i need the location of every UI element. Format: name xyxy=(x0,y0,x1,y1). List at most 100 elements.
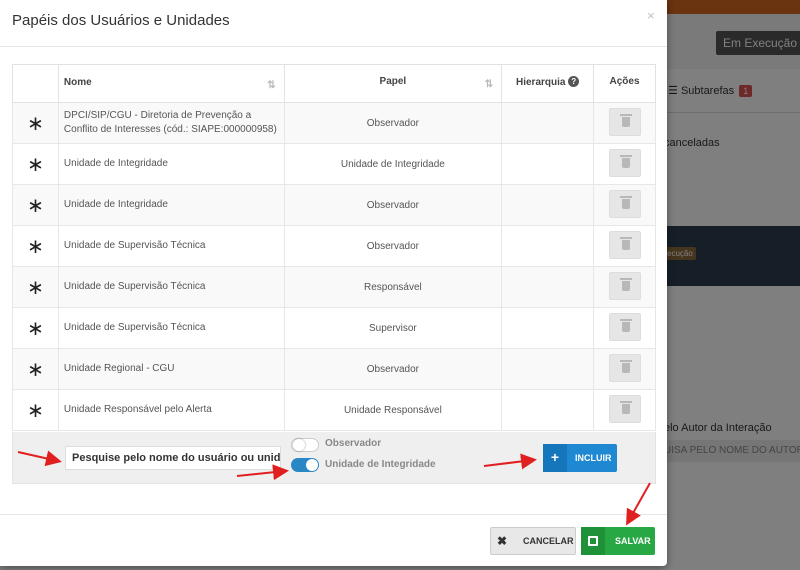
trash-icon xyxy=(619,154,632,168)
delete-button[interactable] xyxy=(608,271,641,300)
incluir-label: INCLUIR xyxy=(575,453,612,463)
row-actions xyxy=(593,307,656,349)
trash-icon xyxy=(619,236,632,250)
row-hierarquia xyxy=(501,184,595,226)
asterisk-icon: ∗ xyxy=(12,348,59,390)
trash-icon xyxy=(619,195,632,209)
cancel-button[interactable]: ✖ CANCELAR xyxy=(490,527,576,555)
asterisk-icon: ∗ xyxy=(12,307,59,349)
table-row: ∗ Unidade de Integridade Unidade de Inte… xyxy=(12,143,656,185)
delete-button[interactable] xyxy=(608,394,641,423)
row-actions xyxy=(593,225,656,267)
toggle-unidade-integridade-label: Unidade de Integridade xyxy=(325,459,436,470)
row-actions xyxy=(593,266,656,308)
column-nome-label: Nome xyxy=(63,77,92,88)
row-papel: Unidade de Integridade xyxy=(283,143,503,185)
row-actions xyxy=(593,389,656,431)
delete-button[interactable] xyxy=(608,189,641,218)
toggle-unidade-integridade[interactable] xyxy=(291,458,319,472)
toggle-knob xyxy=(293,439,305,451)
close-icon: ✖ xyxy=(496,534,508,548)
roles-modal: Papéis dos Usuários e Unidades × Nome ⇅ … xyxy=(0,0,667,566)
row-papel: Observador xyxy=(283,225,503,267)
row-nome: Unidade de Supervisão Técnica xyxy=(57,225,285,267)
toggle-knob xyxy=(306,459,318,471)
asterisk-icon: ∗ xyxy=(12,143,59,185)
delete-button[interactable] xyxy=(608,107,641,136)
trash-icon xyxy=(619,359,632,373)
incluir-button[interactable]: + INCLUIR xyxy=(543,444,617,472)
asterisk-icon: ∗ xyxy=(12,184,59,226)
modal-footer-divider xyxy=(0,514,667,515)
trash-icon xyxy=(619,400,632,414)
row-actions xyxy=(593,102,656,144)
table-row: ∗ Unidade de Supervisão Técnica Supervis… xyxy=(12,307,656,349)
row-nome: Unidade Responsável pelo Alerta xyxy=(57,389,285,431)
table-row: ∗ Unidade de Integridade Observador xyxy=(12,184,656,226)
row-papel: Observador xyxy=(283,184,503,226)
row-papel: Observador xyxy=(283,348,503,390)
row-hierarquia xyxy=(501,225,595,267)
asterisk-icon: ∗ xyxy=(12,266,59,308)
column-header-papel[interactable]: Papel ⇅ xyxy=(283,64,503,103)
save-button[interactable]: SALVAR xyxy=(581,527,655,555)
save-label: SALVAR xyxy=(615,536,651,546)
search-input[interactable]: Pesquise pelo nome do usuário ou unida xyxy=(65,446,281,470)
row-hierarquia xyxy=(501,389,595,431)
row-hierarquia xyxy=(501,307,595,349)
modal-title: Papéis dos Usuários e Unidades xyxy=(12,12,230,29)
column-acoes-label: Ações xyxy=(609,76,640,87)
question-icon[interactable]: ? xyxy=(568,76,580,87)
cancel-label: CANCELAR xyxy=(523,536,574,546)
table-header-row: Nome ⇅ Papel ⇅ Hierarquia ? Ações xyxy=(12,64,656,103)
sort-alpha-icon[interactable]: ⇅ xyxy=(267,79,275,93)
row-papel: Observador xyxy=(283,102,503,144)
row-nome: Unidade de Supervisão Técnica xyxy=(57,307,285,349)
plus-icon: + xyxy=(543,444,567,472)
delete-button[interactable] xyxy=(608,312,641,341)
row-hierarquia xyxy=(501,143,595,185)
asterisk-icon: ∗ xyxy=(12,225,59,267)
save-icon xyxy=(581,527,605,555)
trash-icon xyxy=(619,113,632,127)
trash-icon xyxy=(619,277,632,291)
delete-button[interactable] xyxy=(608,148,641,177)
column-papel-label: Papel xyxy=(379,76,407,87)
table-row: ∗ Unidade Regional - CGU Observador xyxy=(12,348,656,390)
row-hierarquia xyxy=(501,348,595,390)
asterisk-icon: ∗ xyxy=(12,389,59,431)
close-icon[interactable]: × xyxy=(647,8,655,23)
row-nome: Unidade de Supervisão Técnica xyxy=(57,266,285,308)
table-row: ∗ DPCI/SIP/CGU - Diretoria de Prevenção … xyxy=(12,102,656,144)
column-hierarquia-label: Hierarquia xyxy=(515,77,566,88)
column-header-hierarquia: Hierarquia ? xyxy=(501,64,595,103)
trash-icon xyxy=(619,318,632,332)
add-row: Pesquise pelo nome do usuário ou unida O… xyxy=(12,432,656,484)
row-hierarquia xyxy=(501,102,595,144)
row-actions xyxy=(593,348,656,390)
delete-button[interactable] xyxy=(608,353,641,382)
row-nome: Unidade Regional - CGU xyxy=(57,348,285,390)
row-nome: DPCI/SIP/CGU - Diretoria de Prevenção a … xyxy=(57,102,285,144)
table-row: ∗ Unidade de Supervisão Técnica Observad… xyxy=(12,225,656,267)
row-nome: Unidade de Integridade xyxy=(57,143,285,185)
column-header-acoes: Ações xyxy=(593,64,656,103)
sort-icon[interactable]: ⇅ xyxy=(485,79,493,90)
row-papel: Responsável xyxy=(283,266,503,308)
roles-table: Nome ⇅ Papel ⇅ Hierarquia ? Ações ∗ DPCI… xyxy=(12,64,656,431)
toggle-observador[interactable] xyxy=(291,438,319,452)
table-row: ∗ Unidade Responsável pelo Alerta Unidad… xyxy=(12,389,656,431)
row-hierarquia xyxy=(501,266,595,308)
row-actions xyxy=(593,184,656,226)
table-body: ∗ DPCI/SIP/CGU - Diretoria de Prevenção … xyxy=(12,102,656,431)
row-nome: Unidade de Integridade xyxy=(57,184,285,226)
delete-button[interactable] xyxy=(608,230,641,259)
modal-header-divider xyxy=(0,46,667,47)
row-actions xyxy=(593,143,656,185)
column-header-nome[interactable]: Nome ⇅ xyxy=(57,64,285,103)
table-row: ∗ Unidade de Supervisão Técnica Responsá… xyxy=(12,266,656,308)
row-papel: Unidade Responsável xyxy=(283,389,503,431)
asterisk-icon: ∗ xyxy=(12,102,59,144)
column-header-marker xyxy=(12,64,59,103)
row-papel: Supervisor xyxy=(283,307,503,349)
